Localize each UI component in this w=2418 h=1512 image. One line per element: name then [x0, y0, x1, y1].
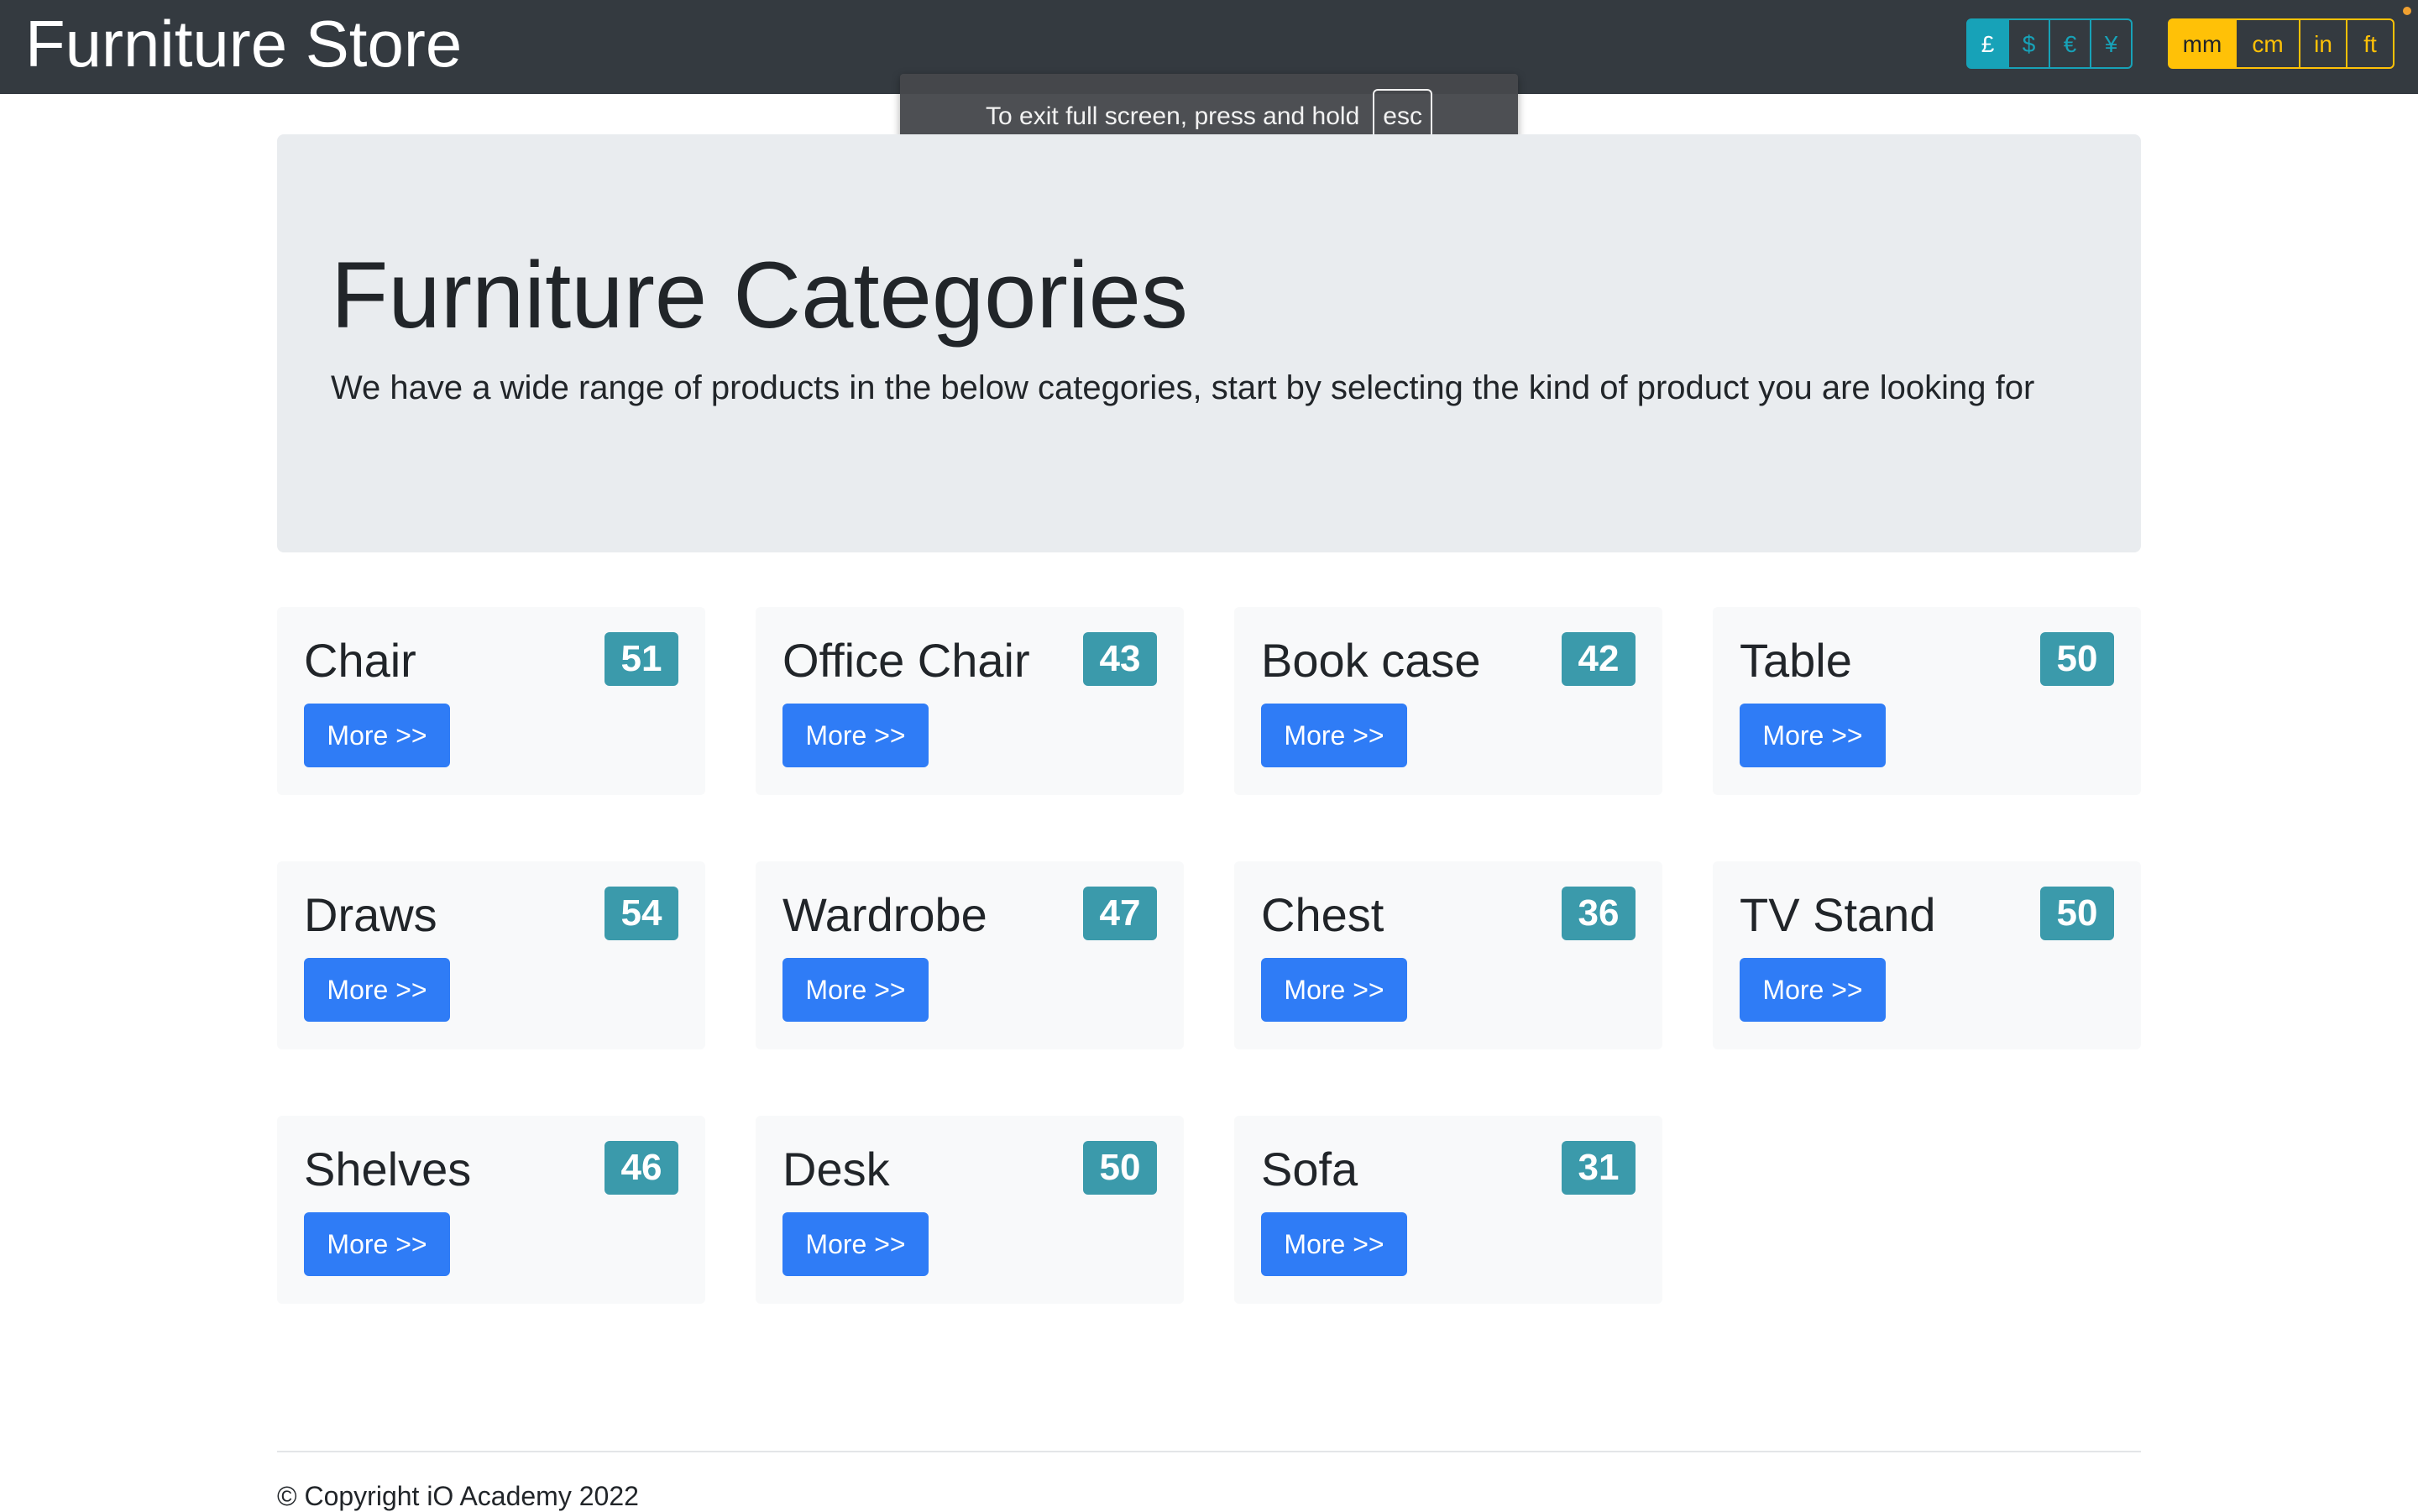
more-button[interactable]: More >>: [782, 1212, 929, 1276]
more-button[interactable]: More >>: [304, 1212, 450, 1276]
more-button[interactable]: More >>: [1261, 1212, 1407, 1276]
category-count-badge: 50: [1083, 1141, 1157, 1195]
category-card: Chest 36 More >>: [1234, 861, 1662, 1049]
unit-selector: mm cm in ft: [2168, 18, 2394, 69]
category-card: Draws 54 More >>: [277, 861, 705, 1049]
currency-button-jpy[interactable]: ¥: [2090, 18, 2133, 69]
currency-button-gbp[interactable]: £: [1966, 18, 2009, 69]
more-button[interactable]: More >>: [304, 704, 450, 767]
more-button[interactable]: More >>: [782, 958, 929, 1022]
category-name: Sofa: [1261, 1143, 1358, 1195]
category-card: Chair 51 More >>: [277, 607, 705, 795]
category-count-badge: 42: [1562, 632, 1636, 686]
brand-title[interactable]: Furniture Store: [25, 3, 462, 84]
category-card: Table 50 More >>: [1713, 607, 2141, 795]
category-card: Shelves 46 More >>: [277, 1116, 705, 1304]
category-name: Chair: [304, 634, 416, 687]
unit-button-ft[interactable]: ft: [2346, 18, 2394, 69]
currency-button-eur[interactable]: €: [2049, 18, 2091, 69]
category-count-badge: 50: [2040, 632, 2114, 686]
category-card: Wardrobe 47 More >>: [756, 861, 1184, 1049]
category-name: Wardrobe: [782, 888, 987, 941]
category-count-badge: 43: [1083, 632, 1157, 686]
currency-button-usd[interactable]: $: [2007, 18, 2050, 69]
category-count-badge: 31: [1562, 1141, 1636, 1195]
category-name: TV Stand: [1740, 888, 1936, 941]
category-name: Chest: [1261, 888, 1384, 941]
category-card: Book case 42 More >>: [1234, 607, 1662, 795]
category-card: TV Stand 50 More >>: [1713, 861, 2141, 1049]
page-title: Furniture Categories: [331, 243, 1188, 348]
category-grid: Chair 51 More >> Office Chair 43 More >>…: [277, 607, 2141, 1304]
category-card: Desk 50 More >>: [756, 1116, 1184, 1304]
more-button[interactable]: More >>: [1740, 958, 1886, 1022]
category-name: Draws: [304, 888, 437, 941]
fullscreen-notice-text: To exit full screen, press and hold: [986, 102, 1360, 130]
footer-copyright: © Copyright iO Academy 2022: [277, 1481, 639, 1511]
hero-banner: Furniture Categories We have a wide rang…: [277, 134, 2141, 552]
category-count-badge: 51: [604, 632, 678, 686]
category-name: Shelves: [304, 1143, 472, 1195]
footer-divider: [277, 1451, 2141, 1452]
notification-dot-icon: [2403, 7, 2411, 15]
category-card: Office Chair 43 More >>: [756, 607, 1184, 795]
category-name: Book case: [1261, 634, 1481, 687]
category-card: Sofa 31 More >>: [1234, 1116, 1662, 1304]
more-button[interactable]: More >>: [1261, 704, 1407, 767]
category-count-badge: 54: [604, 887, 678, 940]
more-button[interactable]: More >>: [1261, 958, 1407, 1022]
category-count-badge: 36: [1562, 887, 1636, 940]
unit-button-mm[interactable]: mm: [2168, 18, 2237, 69]
more-button[interactable]: More >>: [304, 958, 450, 1022]
category-count-badge: 47: [1083, 887, 1157, 940]
category-count-badge: 50: [2040, 887, 2114, 940]
unit-button-in[interactable]: in: [2299, 18, 2347, 69]
category-name: Office Chair: [782, 634, 1030, 687]
more-button[interactable]: More >>: [782, 704, 929, 767]
page-lead: We have a wide range of products in the …: [331, 369, 2035, 406]
more-button[interactable]: More >>: [1740, 704, 1886, 767]
category-name: Desk: [782, 1143, 890, 1195]
category-count-badge: 46: [604, 1141, 678, 1195]
currency-selector: £ $ € ¥: [1966, 18, 2133, 69]
category-name: Table: [1740, 634, 1852, 687]
unit-button-cm[interactable]: cm: [2235, 18, 2300, 69]
